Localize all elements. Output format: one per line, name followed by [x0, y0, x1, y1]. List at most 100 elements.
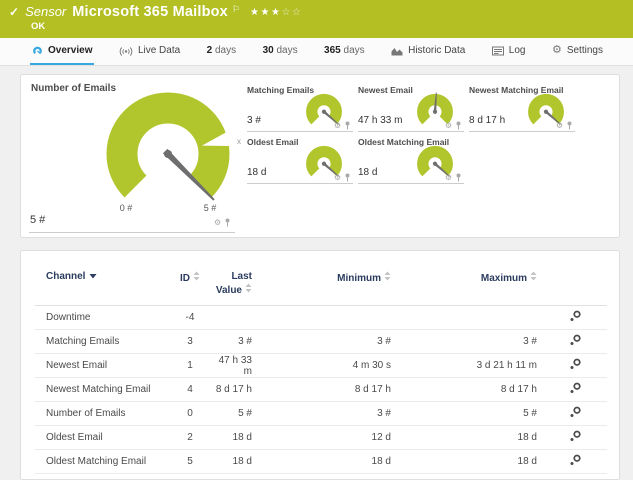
gauge-actions: ⚙: [556, 121, 573, 130]
gauge-actions: ⚙: [445, 121, 462, 130]
cell-maximum: 3 #: [407, 329, 543, 354]
gauge-underline: [469, 131, 575, 132]
tab-30-days[interactable]: 30 days: [261, 38, 300, 65]
main-gauge-actions: ⚙: [214, 218, 231, 227]
tab-settings[interactable]: ⚙ Settings: [550, 38, 605, 65]
tab-bar: Overview Live Data 2 days 30 days 365 days Hi…: [0, 38, 633, 66]
cell-actions: [543, 377, 607, 402]
channel-settings-icon[interactable]: [569, 310, 582, 323]
channel-settings-icon[interactable]: [569, 406, 582, 419]
check-icon: ✓: [9, 5, 20, 19]
cell-channel: Oldest Matching Email: [35, 449, 167, 474]
gear-icon[interactable]: ⚙: [556, 121, 563, 130]
gauge-cell: Oldest Email 18 d ⚙: [247, 137, 353, 185]
cell-id: -4: [167, 305, 213, 330]
tab-log[interactable]: Log: [490, 38, 528, 65]
cell-channel: Newest Email: [35, 353, 167, 378]
gauge-value: 8 d 17 h: [469, 115, 506, 126]
tab-2-days[interactable]: 2 days: [205, 38, 238, 65]
pin-icon: [345, 121, 350, 130]
sort-icon: [384, 271, 391, 281]
cell-minimum: 3 #: [279, 401, 407, 426]
table-row: Newest Matching Email 4 8 d 17 h8 d 17 h8 …: [35, 377, 607, 402]
cell-actions: [543, 329, 607, 354]
channel-settings-icon[interactable]: [569, 334, 582, 347]
gauge-cell: Newest Email 47 h 33 m ⚙: [358, 85, 464, 133]
gauge-cell: Matching Emails 3 # ⚙: [247, 85, 353, 133]
chart-icon: [391, 47, 403, 55]
star-empty-icon[interactable]: ☆☆: [281, 7, 302, 18]
channel-table: Channel ID Last Value Minimum Maximum Downti…: [35, 263, 607, 474]
sort-icon: [530, 271, 537, 281]
cell-actions: [543, 449, 607, 474]
gear-icon[interactable]: ⚙: [445, 121, 452, 130]
cell-actions: [543, 425, 607, 450]
main-gauge-scale-max: 5 #: [203, 203, 217, 213]
gear-icon: ⚙: [551, 44, 562, 56]
cell-actions: [543, 401, 607, 426]
star-filled-icon[interactable]: ★★★: [250, 7, 281, 18]
pin-icon: [567, 121, 572, 130]
cell-id: 0: [167, 401, 213, 426]
cell-last-value: 47 h 33 m: [213, 353, 279, 378]
cell-minimum: 18 d: [279, 449, 407, 474]
cell-maximum: 8 d 17 h: [407, 377, 543, 402]
cell-maximum: [407, 305, 543, 330]
main-gauge-value: 5 #: [30, 214, 46, 226]
cell-last-value: 18 d: [213, 425, 279, 450]
flag-icon[interactable]: ⚐: [232, 4, 240, 15]
tab-overview[interactable]: Overview: [30, 38, 95, 65]
gauge-value: 3 #: [247, 115, 261, 126]
column-header-maximum[interactable]: Maximum: [407, 263, 543, 306]
gauge-title: Newest Email: [358, 85, 413, 95]
cell-id: 4: [167, 377, 213, 402]
gear-icon[interactable]: ⚙: [445, 173, 452, 182]
pin-icon: [456, 121, 461, 130]
sort-icon: [245, 283, 252, 293]
gauge-marker-label: x: [237, 137, 241, 146]
gear-icon[interactable]: ⚙: [214, 218, 221, 227]
column-header-last-value[interactable]: Last Value: [213, 263, 279, 306]
pin-icon[interactable]: [224, 218, 231, 227]
gauge-cell: Newest Matching Email 8 d 17 h ⚙: [469, 85, 575, 133]
cell-minimum: 4 m 30 s: [279, 353, 407, 378]
gauge-actions: ⚙: [334, 173, 351, 182]
channel-settings-icon[interactable]: [569, 454, 582, 467]
cell-channel: Number of Emails: [35, 401, 167, 426]
cell-last-value: 18 d: [213, 449, 279, 474]
cell-maximum: 3 d 21 h 11 m: [407, 353, 543, 378]
column-header-channel[interactable]: Channel: [35, 263, 167, 306]
channel-settings-icon[interactable]: [569, 430, 582, 443]
cell-maximum: 18 d: [407, 449, 543, 474]
object-kind-label: Sensor: [25, 4, 67, 19]
column-header-minimum[interactable]: Minimum: [279, 263, 407, 306]
cell-id: 5: [167, 449, 213, 474]
cell-minimum: 3 #: [279, 329, 407, 354]
main-gauge-underline: [29, 232, 235, 233]
sensor-status-bar: ✓ Sensor Microsoft 365 Mailbox ⚐ ★★★☆☆ O…: [0, 0, 633, 38]
cell-maximum: 18 d: [407, 425, 543, 450]
rating-stars[interactable]: ★★★☆☆: [250, 7, 302, 18]
tab-live-data[interactable]: Live Data: [117, 38, 182, 65]
cell-minimum: 8 d 17 h: [279, 377, 407, 402]
tab-historic-data[interactable]: Historic Data: [389, 38, 467, 65]
cell-channel: Matching Emails: [35, 329, 167, 354]
channel-settings-icon[interactable]: [569, 382, 582, 395]
table-row: Number of Emails 0 5 #3 #5 #: [35, 401, 607, 426]
gauge-value: 18 d: [358, 167, 378, 178]
tab-365-days[interactable]: 365 days: [322, 38, 367, 65]
cell-id: 3: [167, 329, 213, 354]
table-body: Downtime -4 Matching Emails 3 3 #3 #3 # Newes…: [35, 305, 607, 474]
column-header-id[interactable]: ID: [167, 263, 213, 306]
gear-icon[interactable]: ⚙: [334, 173, 341, 182]
gear-icon[interactable]: ⚙: [334, 121, 341, 130]
gauge-underline: [358, 183, 464, 184]
cell-actions: [543, 353, 607, 378]
cell-last-value: 8 d 17 h: [213, 377, 279, 402]
channel-settings-icon[interactable]: [569, 358, 582, 371]
gauge-actions: ⚙: [445, 173, 462, 182]
table-row: Oldest Email 2 18 d 12 d 18 d: [35, 425, 607, 450]
cell-minimum: [279, 305, 407, 330]
gauge-value: 47 h 33 m: [358, 115, 403, 126]
page-title: Microsoft 365 Mailbox: [72, 4, 228, 20]
